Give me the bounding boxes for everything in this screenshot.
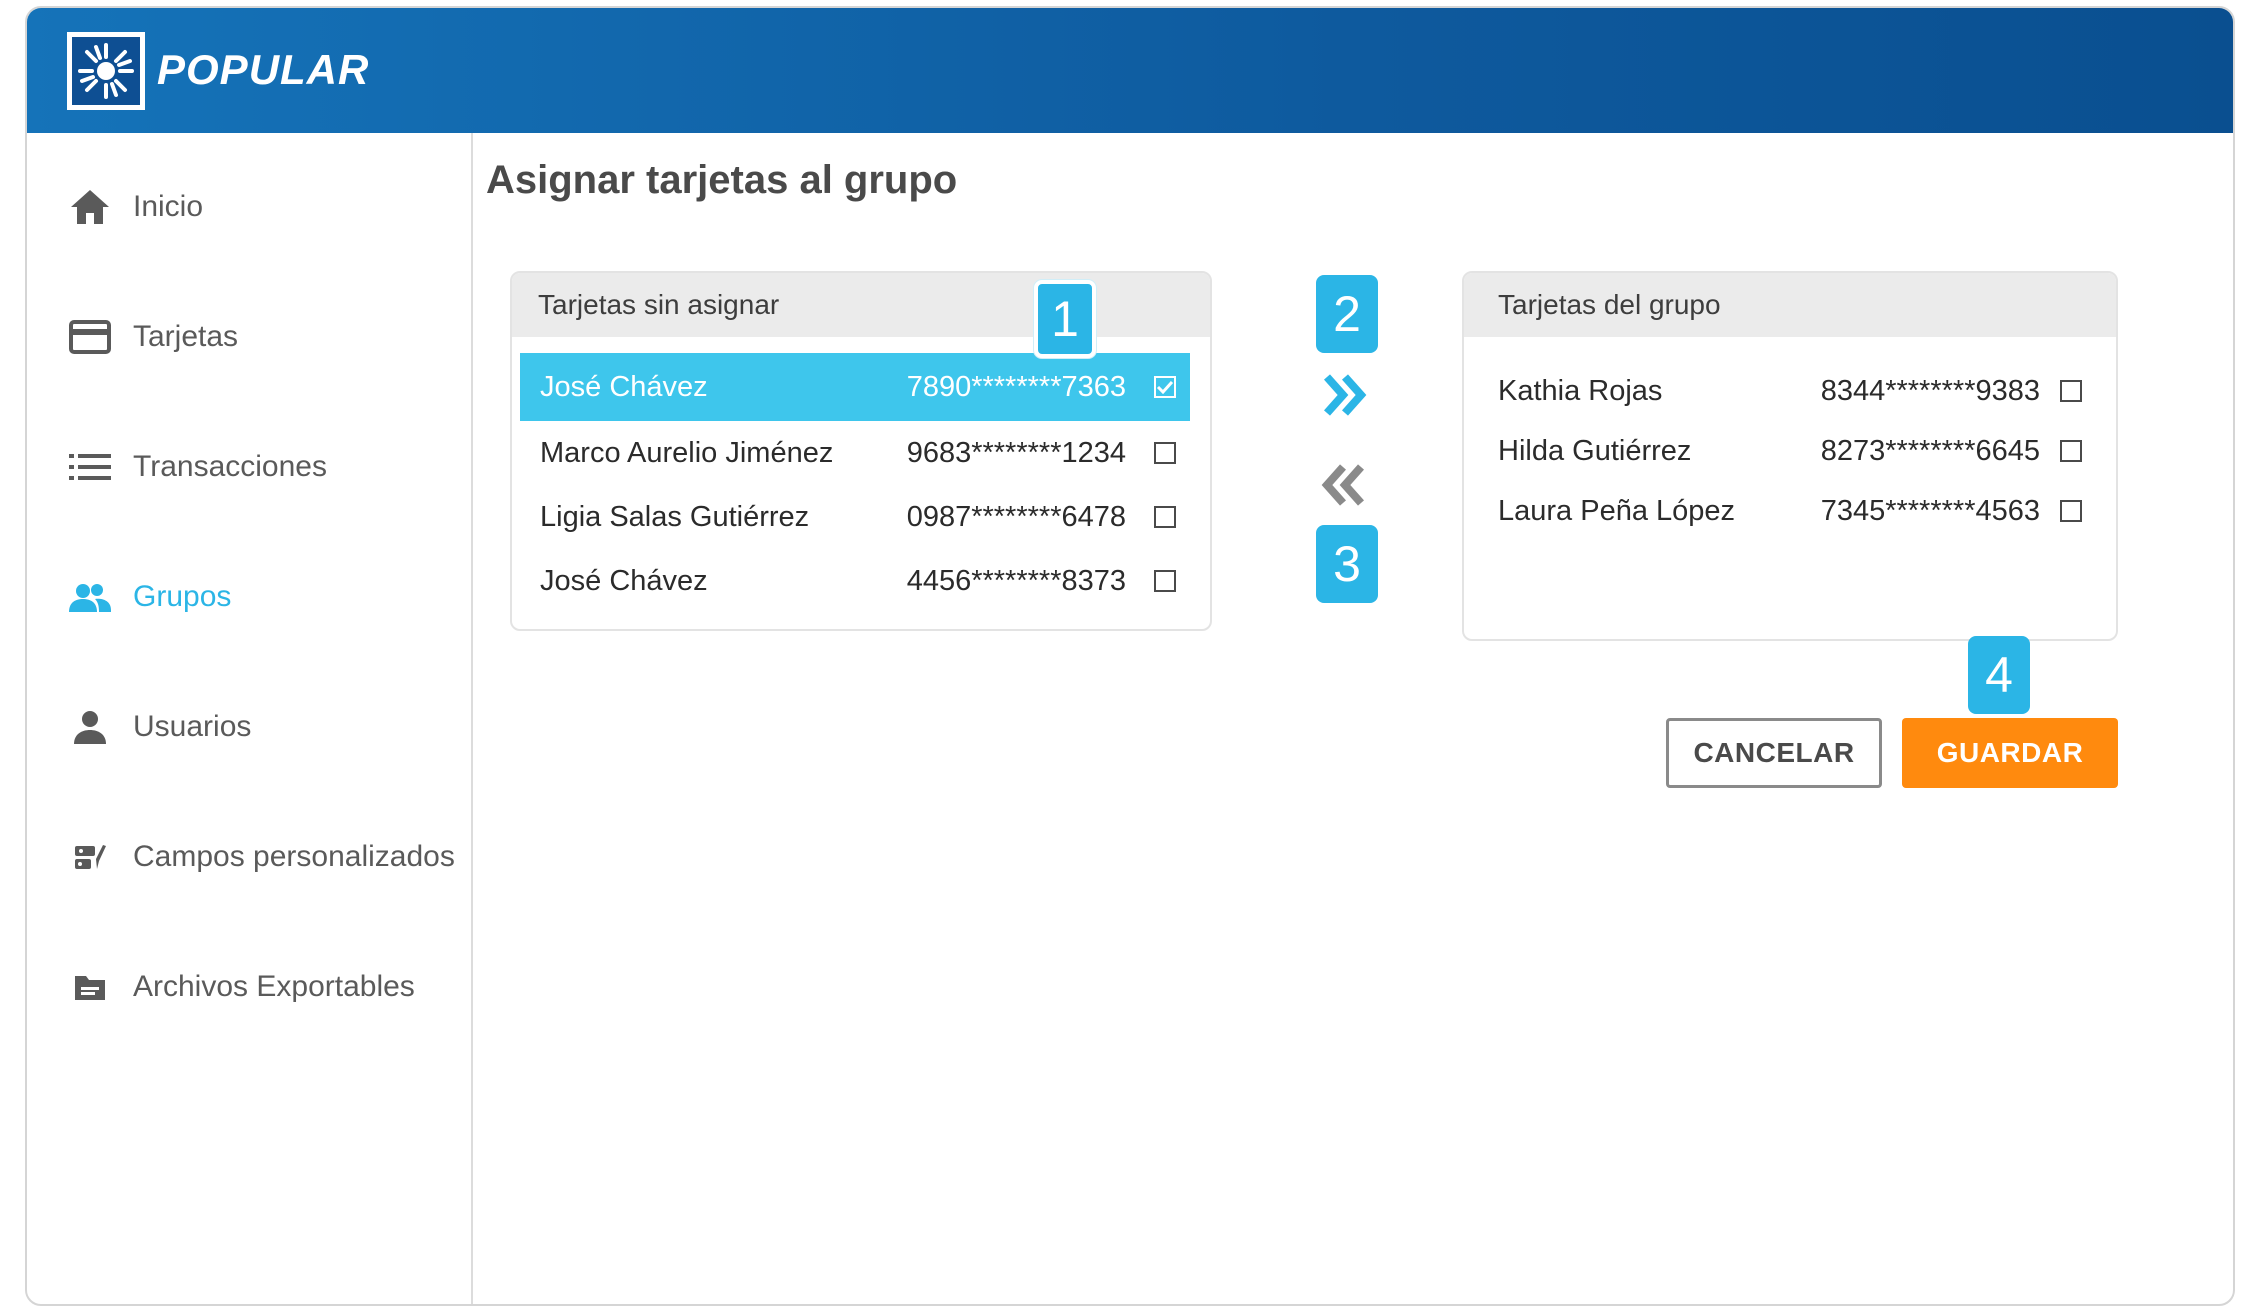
sidebar: Inicio Tarjetas Transacciones Grupos Usu… bbox=[27, 133, 473, 1304]
card-number: 8344********9383 bbox=[1820, 374, 2040, 407]
page-title: Asignar tarjetas al grupo bbox=[486, 158, 958, 202]
step-badge-4: 4 bbox=[1968, 636, 2030, 714]
sidebar-item-usuarios[interactable]: Usuarios bbox=[67, 697, 251, 757]
cancel-button[interactable]: CANCELAR bbox=[1666, 718, 1882, 788]
group-icon bbox=[67, 574, 113, 620]
sidebar-item-grupos[interactable]: Grupos bbox=[67, 567, 231, 627]
sidebar-item-label: Tarjetas bbox=[133, 320, 239, 353]
cardholder-name: Ligia Salas Gutiérrez bbox=[540, 500, 810, 533]
list-item[interactable]: Kathia Rojas 8344********9383 bbox=[1478, 357, 2096, 425]
cardholder-name: Kathia Rojas bbox=[1498, 374, 1663, 407]
cardholder-name: Hilda Gutiérrez bbox=[1498, 434, 1692, 467]
top-bar: POPULAR bbox=[27, 8, 2233, 133]
list-item[interactable]: Marco Aurelio Jiménez 9683********1234 bbox=[520, 419, 1190, 487]
step-badge-3: 3 bbox=[1316, 525, 1378, 603]
double-chevron-left-icon bbox=[1321, 464, 1364, 506]
move-left-button[interactable] bbox=[1318, 458, 1372, 512]
move-right-button[interactable] bbox=[1318, 368, 1372, 422]
user-icon bbox=[67, 704, 113, 750]
list-item[interactable]: José Chávez 4456********8373 bbox=[520, 547, 1190, 615]
sidebar-item-label: Usuarios bbox=[133, 710, 252, 743]
sidebar-item-inicio[interactable]: Inicio bbox=[67, 177, 203, 237]
app-window: POPULAR Inicio Tarjetas Transacciones Gr… bbox=[25, 6, 2235, 1306]
card-number: 0987********6478 bbox=[906, 500, 1126, 533]
group-cards-panel: Tarjetas del grupo Kathia Rojas 8344****… bbox=[1462, 271, 2118, 641]
list-item[interactable]: Laura Peña López 7345********4563 bbox=[1478, 477, 2096, 545]
select-checkbox[interactable] bbox=[1154, 442, 1176, 464]
select-checkbox[interactable] bbox=[1154, 376, 1176, 398]
card-number: 8273********6645 bbox=[1820, 434, 2040, 467]
sidebar-item-label: Inicio bbox=[133, 190, 204, 223]
sidebar-item-label: Grupos bbox=[133, 580, 232, 613]
brand-name: POPULAR bbox=[157, 46, 370, 93]
sidebar-item-label: Campos personalizados bbox=[133, 840, 455, 873]
sidebar-item-label: Transacciones bbox=[133, 450, 327, 483]
sidebar-item-tarjetas[interactable]: Tarjetas bbox=[67, 307, 238, 367]
cardholder-name: Laura Peña López bbox=[1498, 494, 1736, 527]
credit-card-icon bbox=[67, 314, 113, 360]
sidebar-item-transacciones[interactable]: Transacciones bbox=[67, 437, 327, 497]
card-number: 9683********1234 bbox=[906, 436, 1126, 469]
card-number: 7345********4563 bbox=[1820, 494, 2040, 527]
group-panel-header: Tarjetas del grupo bbox=[1464, 273, 2116, 337]
list-icon bbox=[67, 444, 113, 490]
cardholder-name: Marco Aurelio Jiménez bbox=[540, 436, 834, 469]
double-chevron-right-icon bbox=[1324, 374, 1367, 416]
popular-logo-icon[interactable] bbox=[67, 32, 145, 110]
select-checkbox[interactable] bbox=[2060, 440, 2082, 462]
sidebar-item-campos-personalizados[interactable]: Campos personalizados bbox=[67, 827, 455, 887]
cardholder-name: José Chávez bbox=[540, 564, 708, 597]
select-checkbox[interactable] bbox=[2060, 380, 2082, 402]
unassigned-panel-header: Tarjetas sin asignar bbox=[512, 273, 1210, 337]
checkmark-icon bbox=[1156, 380, 1174, 394]
custom-fields-icon bbox=[67, 834, 113, 880]
step-badge-2: 2 bbox=[1316, 275, 1378, 353]
unassigned-cards-panel: Tarjetas sin asignar José Chávez 7890***… bbox=[510, 271, 1212, 631]
list-item[interactable]: Ligia Salas Gutiérrez 0987********6478 bbox=[520, 483, 1190, 551]
list-item[interactable]: Hilda Gutiérrez 8273********6645 bbox=[1478, 417, 2096, 485]
home-icon bbox=[67, 184, 113, 230]
select-checkbox[interactable] bbox=[1154, 570, 1176, 592]
select-checkbox[interactable] bbox=[2060, 500, 2082, 522]
cardholder-name: José Chávez bbox=[540, 370, 708, 403]
save-button[interactable]: GUARDAR bbox=[1902, 718, 2118, 788]
list-item[interactable]: José Chávez 7890********7363 bbox=[520, 353, 1190, 421]
folder-icon bbox=[67, 964, 113, 1010]
sidebar-item-label: Archivos Exportables bbox=[133, 970, 415, 1003]
card-number: 7890********7363 bbox=[906, 370, 1126, 403]
select-checkbox[interactable] bbox=[1154, 506, 1176, 528]
card-number: 4456********8373 bbox=[906, 564, 1126, 597]
step-badge-1: 1 bbox=[1034, 280, 1096, 358]
sidebar-item-archivos-exportables[interactable]: Archivos Exportables bbox=[67, 957, 415, 1017]
